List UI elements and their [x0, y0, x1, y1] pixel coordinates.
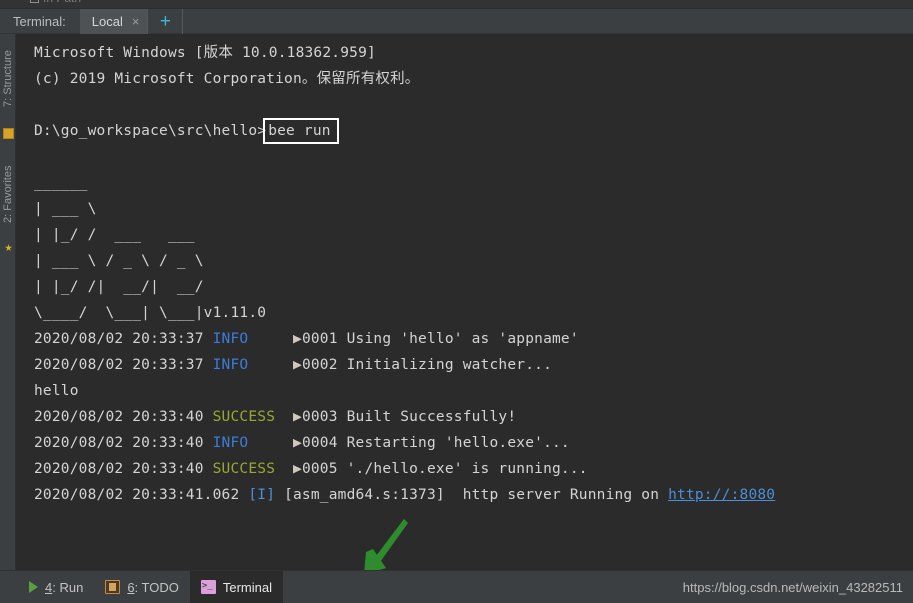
server-url-link[interactable]: http://:8080	[668, 487, 775, 503]
terminal-header: Terminal: Local × +	[0, 8, 913, 34]
todo-icon	[105, 580, 121, 594]
tab-divider-2	[182, 8, 184, 34]
server-running-line: 2020/08/02 20:33:41.062 [I] [asm_amd64.s…	[34, 482, 913, 508]
ascii-logo-line-1: ______	[34, 175, 88, 191]
add-terminal-button[interactable]: +	[148, 9, 182, 34]
bottom-tab-todo[interactable]: 6: TODO	[94, 571, 190, 603]
ascii-logo-line-6-art: \____/ \___| \___|	[34, 305, 204, 321]
log-time-0005: 2020/08/02 20:33:40	[34, 461, 204, 477]
toolbar-ghost-label: In Path	[43, 0, 81, 5]
log-row-0004: 2020/08/02 20:33:40 INFO ▶0004 Restartin…	[34, 430, 913, 456]
console-line-win-version: Microsoft Windows [版本 10.0.18362.959]	[34, 45, 376, 61]
ascii-logo-line-6: \____/ \___| \___|v1.11.0	[34, 300, 913, 326]
log-row-0002: 2020/08/02 20:33:37 INFO ▶0002 Initializ…	[34, 352, 913, 378]
log-num-0004: 0004	[301, 435, 338, 451]
log-marker-0002: ▶	[293, 357, 302, 373]
star-icon[interactable]: ★	[2, 241, 15, 254]
ascii-logo-line-4: | ___ \ / _ \ / _ \	[34, 253, 204, 269]
log-num-0005: 0005	[301, 461, 338, 477]
log-message-0001: Using 'hello' as 'appname'	[346, 331, 579, 347]
terminal-console[interactable]: Microsoft Windows [版本 10.0.18362.959] (c…	[16, 34, 913, 570]
log-time-0002: 2020/08/02 20:33:37	[34, 357, 204, 373]
log-level-0005: SUCCESS	[212, 461, 276, 477]
log-marker-0001: ▶	[293, 331, 302, 347]
sidebar-item-favorites[interactable]: 2: Favorites	[0, 152, 16, 236]
prompt-path: D:\go_workspace\src\hello>	[34, 123, 267, 139]
bottom-tab-run-shortcut: 4	[45, 579, 53, 595]
log-marker-0005: ▶	[293, 461, 302, 477]
log-marker-0003: ▶	[293, 409, 302, 425]
structure-icon[interactable]	[3, 128, 14, 139]
toolbar-ghost-item: In Path	[30, 0, 81, 5]
server-timestamp: 2020/08/02 20:33:41.062	[34, 487, 240, 503]
console-blank-1	[34, 92, 913, 118]
log-num-0003: 0003	[301, 409, 338, 425]
log-num-0001: 0001	[301, 331, 338, 347]
ascii-logo-line-5: | |_/ /| __/| __/	[34, 279, 204, 295]
server-message: http server Running on	[462, 487, 669, 503]
log-message-0005: './hello.exe' is running...	[346, 461, 588, 477]
ascii-logo-line-2: | ___ \	[34, 201, 97, 217]
bottom-tab-todo-shortcut: 6	[127, 579, 135, 595]
bottom-tab-todo-label: : TODO	[134, 579, 179, 595]
prompt-command-highlight: bee run	[263, 118, 339, 144]
log-row-0001: 2020/08/02 20:33:37 INFO ▶0001 Using 'he…	[34, 326, 913, 352]
checkbox-icon	[30, 0, 39, 3]
log-time-0004: 2020/08/02 20:33:40	[34, 435, 204, 451]
console-plain-output: hello	[34, 383, 79, 399]
log-level-0001: INFO	[212, 331, 249, 347]
console-blank-2	[34, 144, 913, 170]
log-level-0002: INFO	[212, 357, 249, 373]
log-row-0005: 2020/08/02 20:33:40 SUCCESS ▶0005 './hel…	[34, 456, 913, 482]
ascii-logo-line-3: | |_/ / ___ ___	[34, 227, 195, 243]
log-time-0001: 2020/08/02 20:33:37	[34, 331, 204, 347]
log-time-0003: 2020/08/02 20:33:40	[34, 409, 204, 425]
server-source: [asm_amd64.s:1373]	[284, 487, 445, 503]
log-message-0004: Restarting 'hello.exe'...	[346, 435, 570, 451]
log-message-0003: Built Successfully!	[346, 409, 517, 425]
log-level-0003: SUCCESS	[212, 409, 276, 425]
log-marker-0004: ▶	[293, 435, 302, 451]
console-line-copyright: (c) 2019 Microsoft Corporation。保留所有权利。	[34, 71, 420, 87]
server-level-tag: [I]	[248, 487, 276, 503]
bottom-tool-bar: 4: Run 6: TODO Terminal https://blog.csd…	[0, 570, 913, 603]
sidebar-item-structure[interactable]: 7: Structure	[0, 36, 16, 122]
left-tool-strip: 7: Structure 2: Favorites ★	[0, 34, 16, 570]
console-prompt-line: D:\go_workspace\src\hello> bee run	[34, 118, 913, 144]
log-level-0004: INFO	[212, 435, 249, 451]
bee-version: v1.11.0	[203, 305, 267, 321]
console-icon	[200, 579, 216, 594]
close-icon[interactable]: ×	[132, 15, 140, 28]
bottom-tab-run-label: : Run	[52, 579, 84, 595]
log-row-0003: 2020/08/02 20:33:40 SUCCESS ▶0003 Built …	[34, 404, 913, 430]
watermark-text: https://blog.csdn.net/weixin_43282511	[682, 579, 903, 595]
terminal-title: Terminal:	[13, 13, 66, 29]
bottom-tab-run[interactable]: 4: Run	[16, 571, 94, 603]
ide-window: In Path Terminal: Local × + 7: Structure…	[0, 0, 913, 603]
bottom-tab-terminal-label: Terminal	[222, 579, 272, 595]
terminal-tab-local[interactable]: Local ×	[79, 8, 148, 34]
log-message-0002: Initializing watcher...	[346, 357, 552, 373]
bottom-tab-terminal[interactable]: Terminal	[189, 570, 283, 603]
log-num-0002: 0002	[301, 357, 338, 373]
terminal-tab-local-label: Local	[91, 13, 123, 29]
play-icon	[29, 581, 38, 593]
